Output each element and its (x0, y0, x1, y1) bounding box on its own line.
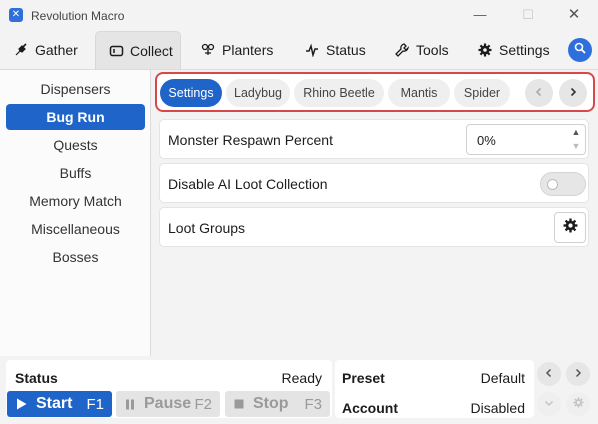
search-icon (574, 41, 586, 59)
ai-loot-toggle[interactable] (540, 172, 586, 196)
tab-gather-label: Gather (35, 42, 78, 58)
tab-status-label: Status (326, 42, 366, 58)
account-value[interactable]: Disabled (471, 400, 525, 416)
preset-prev-button[interactable] (537, 362, 561, 386)
maximize-icon[interactable]: ☐ (518, 5, 538, 25)
preset-next-button[interactable] (566, 362, 590, 386)
pause-button-label: Pause (144, 395, 192, 412)
loot-groups-row: Loot Groups (159, 207, 589, 247)
account-settings-button[interactable] (566, 392, 590, 416)
sidebar-item-quests[interactable]: Quests (6, 132, 145, 158)
subtab-prev-button[interactable] (525, 79, 553, 107)
content-panel: Settings Ladybug Rhino Beetle Mantis Spi… (151, 69, 598, 356)
account-label: Account (342, 400, 398, 416)
status-value: Ready (281, 370, 322, 386)
stop-icon (234, 399, 244, 409)
chevron-up-icon[interactable]: ▲ (569, 126, 583, 139)
chevron-down-icon (544, 395, 554, 413)
main-tabs: Gather Collect Planters Status Tools Set… (0, 31, 598, 69)
respawn-percent-row: Monster Respawn Percent 0% ▲ ▼ (159, 119, 589, 159)
loot-groups-label: Loot Groups (168, 220, 246, 236)
preset-value[interactable]: Default (481, 370, 525, 386)
play-icon (16, 398, 27, 410)
tab-settings[interactable]: Settings (477, 31, 550, 69)
tab-planters[interactable]: Planters (200, 31, 273, 69)
sidebar-item-bug-run[interactable]: Bug Run (6, 104, 145, 130)
chevron-right-icon (568, 84, 578, 102)
subtab-ladybug[interactable]: Ladybug (226, 79, 290, 107)
tab-collect[interactable]: Collect (95, 31, 181, 69)
respawn-percent-value: 0% (477, 133, 496, 148)
sidebar-item-miscellaneous[interactable]: Miscellaneous (6, 216, 145, 242)
app-logo-icon: ✕ (9, 8, 23, 22)
close-icon[interactable]: ✕ (564, 5, 584, 25)
tab-tools-label: Tools (416, 42, 449, 58)
sidebar-item-memory-match[interactable]: Memory Match (6, 188, 145, 214)
chevron-left-icon (544, 365, 554, 383)
pause-button[interactable]: Pause F2 (116, 391, 220, 417)
subtab-rhino-beetle[interactable]: Rhino Beetle (294, 79, 384, 107)
wrench-icon (394, 42, 410, 58)
tab-planters-label: Planters (222, 42, 274, 58)
status-label: Status (15, 370, 58, 386)
sidebar-item-buffs[interactable]: Buffs (6, 160, 145, 186)
stop-hotkey: F3 (304, 395, 322, 413)
subtab-spider[interactable]: Spider (454, 79, 510, 107)
chevron-right-icon (573, 365, 583, 383)
bug-subtabs: Settings Ladybug Rhino Beetle Mantis Spi… (155, 72, 595, 112)
pause-hotkey: F2 (194, 395, 212, 413)
gear-icon (572, 395, 584, 413)
tab-tools[interactable]: Tools (394, 31, 449, 69)
gear-icon (563, 218, 578, 238)
loot-groups-settings-button[interactable] (554, 212, 586, 243)
search-button[interactable] (568, 38, 592, 62)
tab-collect-label: Collect (130, 42, 173, 59)
sidebar: Dispensers Bug Run Quests Buffs Memory M… (0, 69, 151, 356)
subtab-settings[interactable]: Settings (160, 79, 222, 107)
tab-gather[interactable]: Gather (13, 31, 78, 69)
start-button[interactable]: Start F1 (7, 391, 112, 417)
tab-settings-label: Settings (499, 42, 550, 58)
bottom-bar: Status Ready Start F1 Pause F2 Stop F3 P… (0, 356, 598, 424)
minimize-icon[interactable]: — (470, 5, 490, 25)
collect-icon (108, 43, 124, 59)
gear-icon (477, 42, 493, 58)
sidebar-item-dispensers[interactable]: Dispensers (6, 76, 145, 102)
shovel-icon (13, 42, 29, 58)
ai-loot-label: Disable AI Loot Collection (168, 176, 328, 192)
preset-label: Preset (342, 370, 385, 386)
pulse-icon (304, 42, 320, 58)
respawn-percent-label: Monster Respawn Percent (168, 132, 333, 148)
chevron-left-icon (534, 84, 544, 102)
stop-button[interactable]: Stop F3 (225, 391, 330, 417)
toggle-knob (547, 179, 558, 190)
pause-icon (125, 399, 135, 410)
start-button-label: Start (36, 395, 73, 412)
stop-button-label: Stop (253, 395, 289, 412)
window-title: Revolution Macro (31, 9, 125, 23)
subtab-next-button[interactable] (559, 79, 587, 107)
title-bar: ✕ Revolution Macro — ☐ ✕ (0, 0, 598, 31)
tab-status[interactable]: Status (304, 31, 366, 69)
start-hotkey: F1 (86, 395, 104, 413)
chevron-down-icon[interactable]: ▼ (569, 140, 583, 153)
ai-loot-row: Disable AI Loot Collection (159, 163, 589, 203)
account-dropdown-button[interactable] (537, 392, 561, 416)
preset-panel: Preset Default Account Disabled (335, 360, 534, 418)
respawn-percent-input[interactable]: 0% ▲ ▼ (466, 124, 586, 155)
sidebar-item-bosses[interactable]: Bosses (6, 244, 145, 270)
subtab-mantis[interactable]: Mantis (388, 79, 450, 107)
planter-icon (200, 42, 216, 58)
